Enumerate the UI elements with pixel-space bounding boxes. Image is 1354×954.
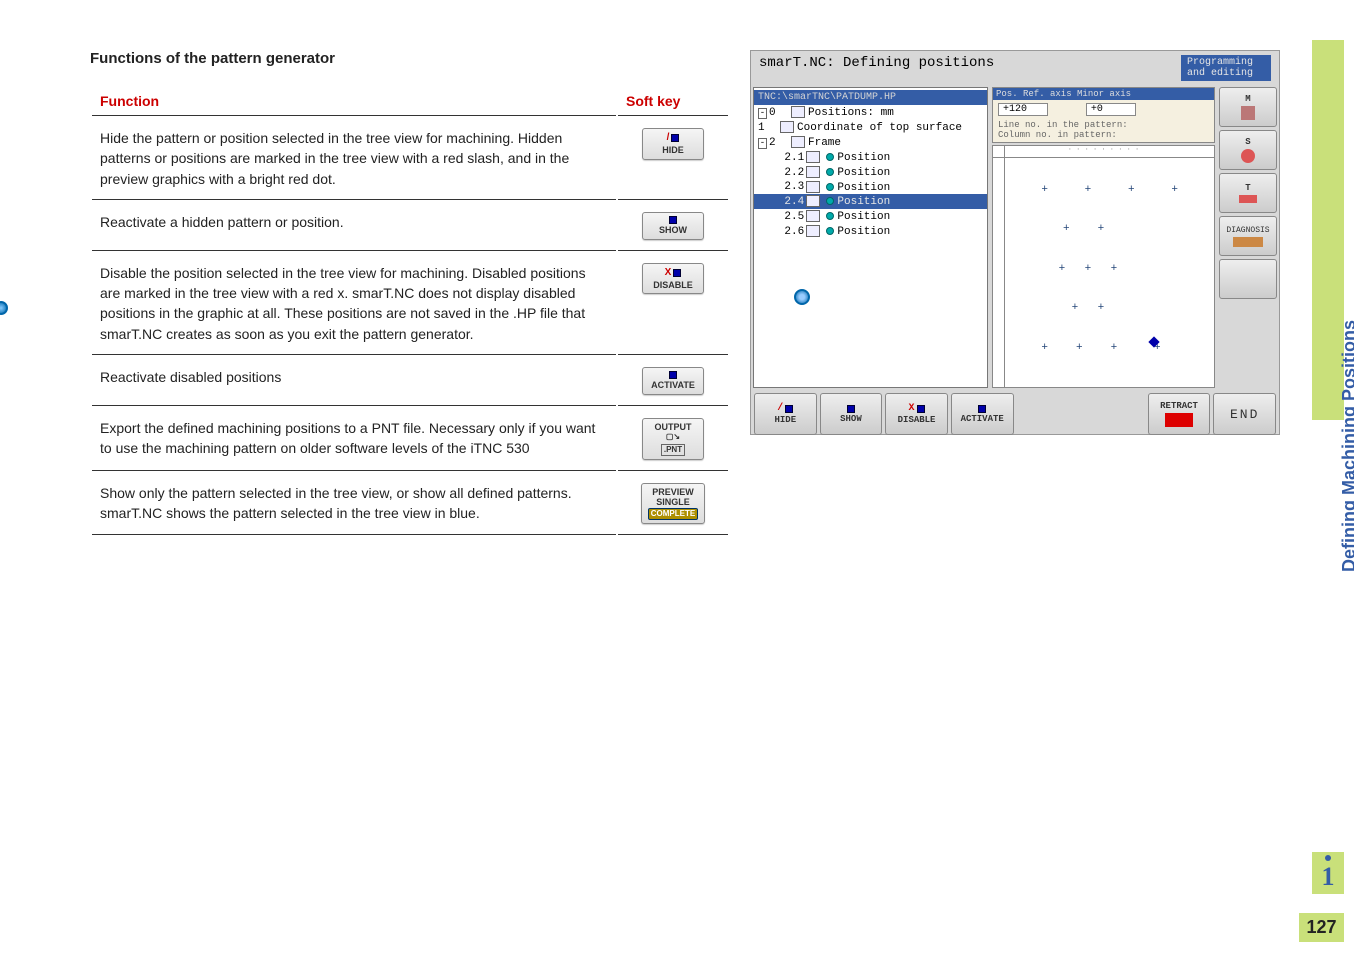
position-marker: + <box>1059 263 1066 275</box>
tree-item[interactable]: 2.6Position <box>754 224 987 239</box>
side-button-2[interactable]: T <box>1219 173 1277 213</box>
position-marker: + <box>1041 342 1048 354</box>
bottom-softkey-END[interactable]: END <box>1213 393 1276 435</box>
softkey-preview[interactable]: PREVIEWSINGLECOMPLETE <box>641 483 705 524</box>
tree-item[interactable]: -0Positions: mm <box>754 105 987 120</box>
position-marker: + <box>1111 263 1118 275</box>
position-marker: + <box>1111 342 1118 354</box>
side-button-0[interactable]: M <box>1219 87 1277 127</box>
origin-marker <box>0 301 8 315</box>
bottom-softkey-SHOW[interactable]: SHOW <box>820 393 883 435</box>
table-row: Reactivate disabled positions ACTIVATE <box>92 357 728 406</box>
tree-item[interactable]: -2Frame <box>754 135 987 150</box>
position-marker: + <box>1171 184 1178 196</box>
side-button-1[interactable]: S <box>1219 130 1277 170</box>
bottom-softkey-HIDE[interactable]: /HIDE <box>754 393 817 435</box>
softkey-hide[interactable]: /HIDE <box>642 128 704 160</box>
screen-title: smarT.NC: Defining positions <box>759 55 994 81</box>
chapter-label: Defining Machining Positions <box>1339 320 1354 572</box>
softkey-cell: XDISABLE <box>618 253 728 355</box>
preview-graphics[interactable]: · · · · · · · · ·+++++++++++++++ <box>992 145 1215 388</box>
table-row: Disable the position selected in the tre… <box>92 253 728 355</box>
softkey-disable[interactable]: XDISABLE <box>642 263 704 295</box>
info-icon-box: 1 <box>1312 852 1344 894</box>
info-line-1: Line no. in the pattern: <box>998 120 1128 130</box>
form-header: Pos. Ref. axis Minor axis <box>993 88 1214 100</box>
table-row: Show only the pattern selected in the tr… <box>92 473 728 535</box>
function-desc: Export the defined machining positions t… <box>92 408 616 471</box>
tree-item[interactable]: 2.2Position <box>754 165 987 180</box>
side-button-3[interactable]: DIAGNOSIS <box>1219 216 1277 256</box>
col-function: Function <box>92 87 616 116</box>
origin-indicator <box>794 289 810 305</box>
position-marker: + <box>1076 342 1083 354</box>
position-marker: + <box>1128 184 1135 196</box>
col-softkey: Soft key <box>618 87 728 116</box>
tree-item[interactable]: 2.1Position <box>754 150 987 165</box>
table-row: Hide the pattern or position selected in… <box>92 118 728 200</box>
tree-panel[interactable]: TNC:\smarTNC\PATDUMP.HP -0Positions: mm … <box>753 87 988 388</box>
position-marker: + <box>1098 223 1105 235</box>
bottom-softkey-DISABLE[interactable]: XDISABLE <box>885 393 948 435</box>
bottom-softkey-RETRACT[interactable]: RETRACT <box>1148 393 1211 435</box>
position-marker: + <box>1041 184 1048 196</box>
softkey-cell: OUTPUT▢↘.PNT <box>618 408 728 471</box>
table-row: Reactivate a hidden pattern or position.… <box>92 202 728 251</box>
softkey-cell: SHOW <box>618 202 728 251</box>
softkey-output[interactable]: OUTPUT▢↘.PNT <box>642 418 704 460</box>
function-desc: Reactivate a hidden pattern or position. <box>92 202 616 251</box>
bottom-softkey-ACTIVATE[interactable]: ACTIVATE <box>951 393 1014 435</box>
file-path: TNC:\smarTNC\PATDUMP.HP <box>754 90 987 105</box>
position-marker: + <box>1072 302 1079 314</box>
softkey-cell: PREVIEWSINGLECOMPLETE <box>618 473 728 535</box>
chapter-label-strip: Defining Machining Positions <box>1312 40 1344 420</box>
side-button-4[interactable] <box>1219 259 1277 299</box>
page-number: 127 <box>1299 913 1344 942</box>
softkey-show[interactable]: SHOW <box>642 212 704 240</box>
softkey-cell: /HIDE <box>618 118 728 200</box>
tree-item[interactable]: 2.3Position <box>754 180 987 195</box>
ref-axis-field[interactable]: +120 <box>998 103 1048 116</box>
tree-item[interactable]: 1Coordinate of top surface <box>754 120 987 135</box>
position-marker: + <box>1085 184 1092 196</box>
softkey-cell: ACTIVATE <box>618 357 728 406</box>
function-desc: Disable the position selected in the tre… <box>92 253 616 355</box>
position-marker: + <box>1085 263 1092 275</box>
function-desc: Hide the pattern or position selected in… <box>92 118 616 200</box>
form-panel: Pos. Ref. axis Minor axis +120 +0 Line n… <box>992 87 1215 143</box>
tree-item[interactable]: 2.5Position <box>754 209 987 224</box>
tree-item[interactable]: 2.4Position <box>754 194 987 209</box>
position-marker: + <box>1098 302 1105 314</box>
functions-table: Function Soft key Hide the pattern or po… <box>90 85 730 537</box>
softkey-activate[interactable]: ACTIVATE <box>642 367 704 395</box>
minor-axis-field[interactable]: +0 <box>1086 103 1136 116</box>
mode-indicator: Programming and editing <box>1181 55 1271 81</box>
info-line-2: Column no. in pattern: <box>998 130 1117 140</box>
function-desc: Reactivate disabled positions <box>92 357 616 406</box>
function-desc: Show only the pattern selected in the tr… <box>92 473 616 535</box>
info-icon: 1 <box>1322 855 1335 892</box>
position-marker: + <box>1063 223 1070 235</box>
cnc-screenshot: smarT.NC: Defining positions Programming… <box>750 50 1280 435</box>
table-row: Export the defined machining positions t… <box>92 408 728 471</box>
section-title: Functions of the pattern generator <box>90 50 730 67</box>
